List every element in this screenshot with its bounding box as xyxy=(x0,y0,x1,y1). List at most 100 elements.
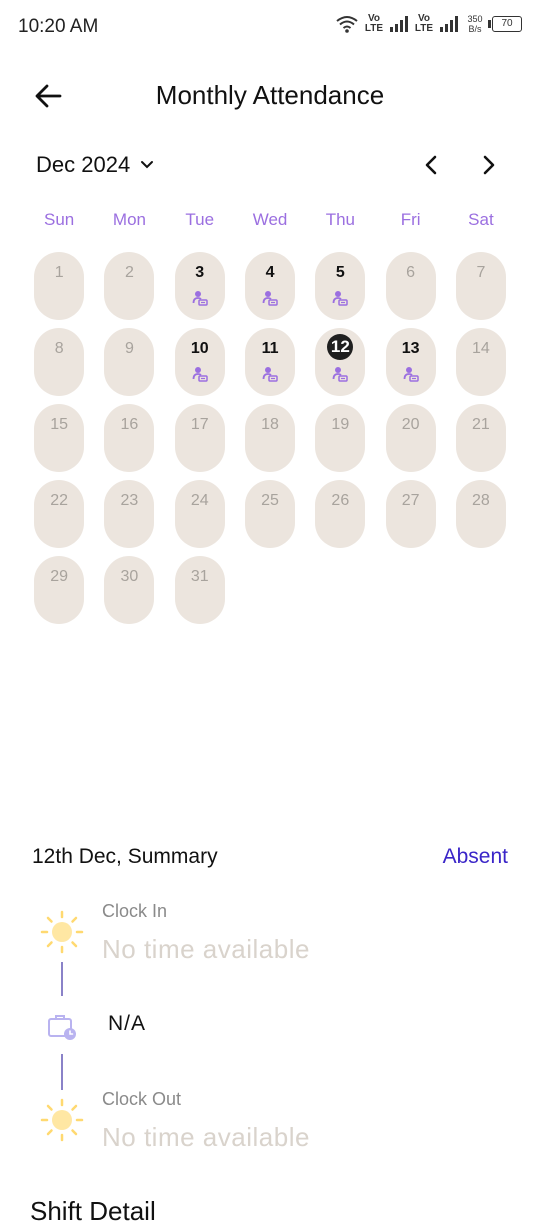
calendar-day-cell: 17 xyxy=(165,404,235,472)
weekday-label: Thu xyxy=(325,210,355,229)
calendar-day-number: 20 xyxy=(401,416,420,433)
calendar-day-25[interactable]: 25 xyxy=(245,480,296,548)
calendar-day-24[interactable]: 24 xyxy=(174,480,225,548)
worker-at-desk-icon xyxy=(332,290,349,306)
calendar-day-number: 13 xyxy=(401,340,420,357)
calendar-day-cell: 4 xyxy=(235,252,305,320)
clock-out-value: No time available xyxy=(102,1122,310,1152)
calendar-day-cell: 23 xyxy=(94,480,164,548)
weekday-label: Fri xyxy=(400,210,421,229)
calendar-day-number: 29 xyxy=(50,568,69,585)
calendar-day-30[interactable]: 30 xyxy=(104,556,155,624)
battery-icon: 70 xyxy=(488,16,522,32)
page-title: Monthly Attendance xyxy=(155,80,385,110)
calendar-day-cell: 25 xyxy=(235,480,305,548)
timeline-connector xyxy=(61,1054,63,1090)
calendar-day-cell: 10 xyxy=(165,328,235,396)
calendar-day-number: 25 xyxy=(261,492,279,509)
calendar-day-cell: 29 xyxy=(24,556,94,624)
weekday-label: Wed xyxy=(252,210,288,229)
calendar-day-29[interactable]: 29 xyxy=(34,556,85,624)
calendar-day-27[interactable]: 27 xyxy=(385,480,436,548)
calendar-day-cell: 21 xyxy=(446,404,516,472)
calendar-day-number: 5 xyxy=(335,264,345,281)
clock-in-label: Clock In xyxy=(102,901,168,921)
calendar-day-12[interactable]: 12 xyxy=(315,328,366,396)
previous-month-button[interactable] xyxy=(416,150,446,180)
calendar-day-23[interactable]: 23 xyxy=(104,480,155,548)
worker-at-desk-icon xyxy=(192,290,208,306)
calendar-day-8[interactable]: 8 xyxy=(34,328,85,396)
calendar-day-cell: 22 xyxy=(24,480,94,548)
clock-out-label: Clock Out xyxy=(102,1089,182,1109)
wifi-icon xyxy=(336,16,358,33)
calendar-day-cell: 8 xyxy=(24,328,94,396)
calendar-day-6[interactable]: 6 xyxy=(385,252,436,320)
calendar-day-number: 18 xyxy=(261,416,279,433)
briefcase-clock-icon xyxy=(48,1015,76,1040)
timeline-connector xyxy=(61,962,63,996)
status-time: 10:20 AM xyxy=(18,16,99,37)
calendar-day-14[interactable]: 14 xyxy=(455,328,506,396)
calendar-day-cell: 28 xyxy=(446,480,516,548)
calendar-day-7[interactable]: 7 xyxy=(455,252,506,320)
calendar-day-number: 9 xyxy=(124,340,134,357)
calendar-day-number: 24 xyxy=(190,492,209,509)
calendar-day-19[interactable]: 19 xyxy=(315,404,366,472)
calendar-day-28[interactable]: 28 xyxy=(455,480,506,548)
calendar-day-cell: 27 xyxy=(375,480,445,548)
worker-at-desk-icon xyxy=(403,366,419,382)
month-dropdown[interactable]: Dec 2024 xyxy=(36,152,154,178)
calendar-day-number: 11 xyxy=(261,340,279,357)
calendar-day-cell: 13 xyxy=(375,328,445,396)
calendar-day-13[interactable]: 13 xyxy=(385,328,436,396)
calendar-day-number: 26 xyxy=(331,492,350,509)
calendar-day-cell: 3 xyxy=(165,252,235,320)
calendar-day-number: 15 xyxy=(50,416,69,433)
chevron-left-icon xyxy=(425,155,437,175)
sim1-label: Vo LTE xyxy=(364,13,384,34)
calendar-day-2[interactable]: 2 xyxy=(104,252,155,320)
worker-at-desk-icon xyxy=(332,366,349,382)
calendar-day-9[interactable]: 9 xyxy=(104,328,155,396)
calendar-day-26[interactable]: 26 xyxy=(315,480,366,548)
calendar-day-17[interactable]: 17 xyxy=(174,404,225,472)
calendar-day-15[interactable]: 15 xyxy=(34,404,85,472)
calendar-day-10[interactable]: 10 xyxy=(174,328,225,396)
calendar-day-number: 30 xyxy=(120,568,139,585)
calendar-day-number: 2 xyxy=(124,264,134,281)
calendar-day-4[interactable]: 4 xyxy=(245,252,296,320)
calendar-day-cell: 14 xyxy=(446,328,516,396)
worker-at-desk-icon xyxy=(192,366,208,382)
calendar-day-cell: 1 xyxy=(24,252,94,320)
calendar-day-cell: 7 xyxy=(446,252,516,320)
calendar-day-31[interactable]: 31 xyxy=(174,556,225,624)
calendar-day-cell: 20 xyxy=(375,404,445,472)
weekday-label: Mon xyxy=(112,210,146,229)
month-label: Dec 2024 xyxy=(36,152,131,177)
calendar-day-cell: 15 xyxy=(24,404,94,472)
calendar-day-16[interactable]: 16 xyxy=(104,404,155,472)
calendar-day-22[interactable]: 22 xyxy=(34,480,85,548)
weekday-label: Tue xyxy=(185,210,215,229)
calendar-day-number: 16 xyxy=(120,416,139,433)
calendar-day-5[interactable]: 5 xyxy=(315,252,366,320)
sun-icon xyxy=(40,910,84,954)
calendar-day-number: 19 xyxy=(331,416,350,433)
calendar-day-number: 31 xyxy=(190,568,209,585)
calendar-day-21[interactable]: 21 xyxy=(455,404,506,472)
calendar-day-number: 3 xyxy=(195,264,205,281)
calendar-day-number: 10 xyxy=(190,340,209,357)
status-icons: Vo LTE Vo LTE 350 B/s 70 xyxy=(336,14,522,34)
next-month-button[interactable] xyxy=(474,150,504,180)
calendar-day-number: 14 xyxy=(472,340,490,357)
calendar-day-20[interactable]: 20 xyxy=(385,404,436,472)
summary-title: 12th Dec, Summary xyxy=(32,845,218,868)
calendar-day-11[interactable]: 11 xyxy=(245,328,296,396)
calendar-day-3[interactable]: 3 xyxy=(174,252,225,320)
calendar-day-cell: 30 xyxy=(94,556,164,624)
calendar-day-18[interactable]: 18 xyxy=(245,404,296,472)
calendar-day-number: 23 xyxy=(120,492,139,509)
calendar-day-1[interactable]: 1 xyxy=(34,252,85,320)
calendar-day-number: 21 xyxy=(472,416,490,433)
